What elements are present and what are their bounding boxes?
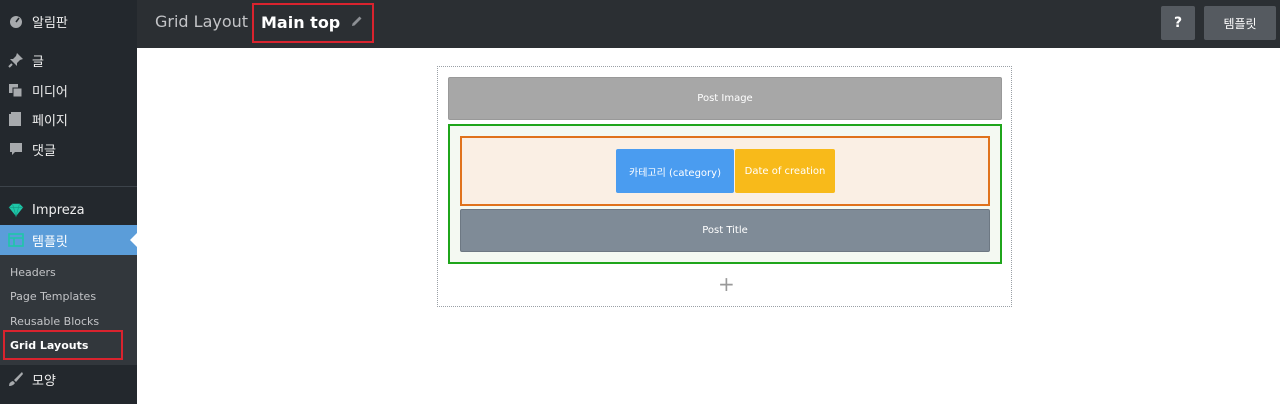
container-block[interactable]: 카테고리 (category) Date of creation Post Ti…: [448, 124, 1002, 264]
sidebar-item-templates[interactable]: 템플릿: [0, 225, 137, 255]
sidebar-item-posts[interactable]: 글: [0, 45, 137, 75]
sidebar-item-pages[interactable]: 페이지: [0, 104, 137, 134]
diamond-icon: [8, 202, 24, 218]
grid-layout-canvas: Post Image 카테고리 (category) Date of creat…: [437, 66, 1012, 307]
submenu-item-headers[interactable]: Headers: [10, 263, 56, 283]
sidebar-item-appearance[interactable]: 모양: [0, 364, 137, 394]
editor-topbar: Grid Layout Main top ? 템플릿: [137, 0, 1280, 48]
sidebar-separator: [0, 186, 137, 187]
help-button[interactable]: ?: [1161, 6, 1195, 40]
paintbrush-icon: [8, 371, 24, 387]
pushpin-icon: [8, 52, 24, 68]
sidebar-item-dashboard[interactable]: 알림판: [0, 6, 137, 36]
page-icon: [8, 111, 24, 127]
active-indicator: [130, 233, 137, 247]
media-icon: [8, 82, 24, 98]
sidebar-item-comments[interactable]: 댓글: [0, 134, 137, 164]
sidebar-item-impreza[interactable]: Impreza: [0, 195, 137, 225]
comment-icon: [8, 141, 24, 157]
admin-sidebar: 알림판 글 미디어 페이지 댓글 Impreza 템플릿 Headers Pag…: [0, 0, 137, 404]
sidebar-item-label: 글: [32, 54, 44, 70]
submenu-item-page-templates[interactable]: Page Templates: [10, 287, 96, 307]
post-image-element[interactable]: Post Image: [448, 77, 1002, 120]
add-element-button[interactable]: +: [718, 272, 735, 296]
sidebar-item-media[interactable]: 미디어: [0, 75, 137, 105]
submenu-item-reusable-blocks[interactable]: Reusable Blocks: [10, 312, 99, 332]
category-element[interactable]: 카테고리 (category): [616, 149, 734, 193]
post-title-element[interactable]: Post Title: [460, 209, 990, 252]
horizontal-wrapper-block[interactable]: 카테고리 (category) Date of creation: [460, 136, 990, 206]
sidebar-item-label: 미디어: [32, 84, 68, 100]
templates-button[interactable]: 템플릿: [1204, 6, 1276, 40]
template-icon: [8, 232, 24, 248]
dashboard-icon: [8, 13, 24, 29]
highlight-box-title: [252, 3, 374, 43]
sidebar-item-label: Impreza: [32, 202, 85, 218]
sidebar-item-label: 모양: [32, 373, 56, 389]
sidebar-item-label: 알림판: [32, 15, 68, 31]
highlight-box-grid-layouts: [3, 330, 123, 360]
sidebar-item-label: 댓글: [32, 143, 56, 159]
breadcrumb[interactable]: Grid Layout: [155, 12, 248, 31]
sidebar-item-label: 템플릿: [32, 234, 68, 250]
date-element[interactable]: Date of creation: [735, 149, 835, 193]
sidebar-item-label: 페이지: [32, 113, 68, 129]
